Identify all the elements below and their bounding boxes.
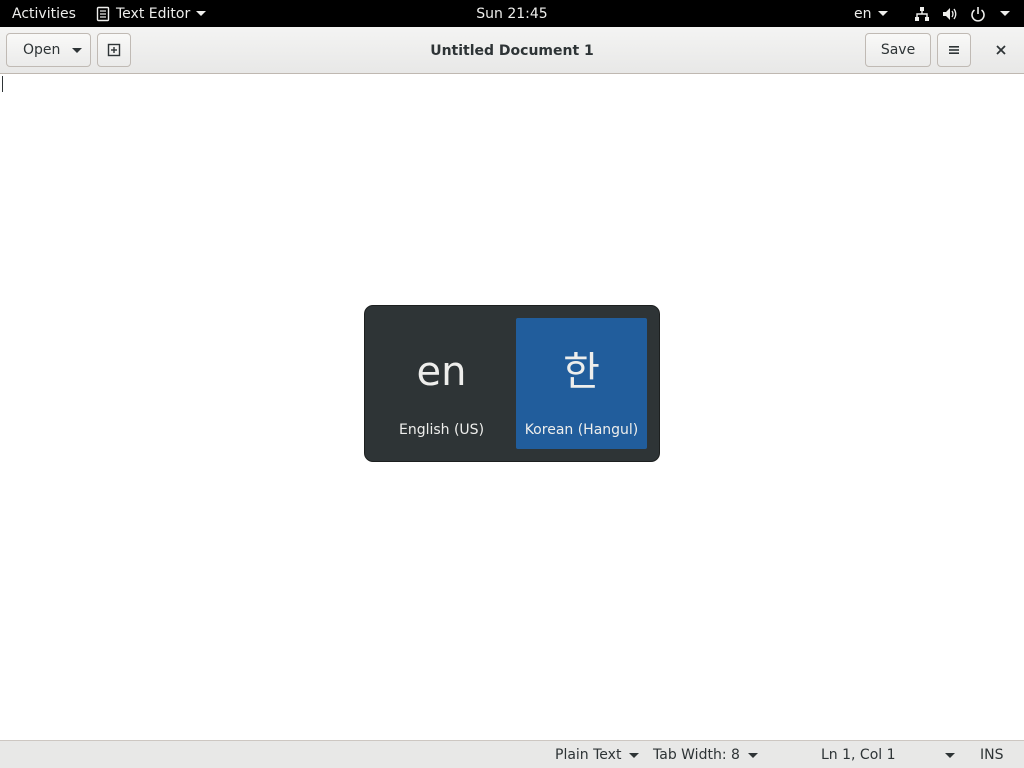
tab-width-label: Tab Width: 8 [653,747,740,763]
header-bar: Open Untitled Document 1 Save [0,27,1024,74]
cursor-position[interactable]: Ln 1, Col 1 [821,741,896,768]
input-source-label: Korean (Hangul) [524,422,639,438]
input-source-symbol: 한 [563,349,600,395]
status-bar: Plain Text Tab Width: 8 Ln 1, Col 1 INS [0,740,1024,768]
save-button-label: Save [880,42,916,58]
network-icon [914,6,930,22]
close-icon [996,45,1006,55]
text-editor-icon [96,6,110,22]
power-icon [970,6,986,22]
app-menu-label: Text Editor [116,5,191,22]
input-source-switcher: en English (US) 한 Korean (Hangul) [364,305,660,462]
input-source-indicator[interactable]: en [854,0,888,27]
volume-icon [942,6,958,22]
input-source-label: en [854,5,872,22]
hamburger-menu-icon [948,44,960,56]
chevron-down-icon [747,752,758,758]
language-label: Plain Text [555,747,622,763]
open-button[interactable]: Open [6,33,91,67]
chevron-down-icon [72,47,83,53]
new-document-icon [107,43,121,57]
cursor-position-label: Ln 1, Col 1 [821,747,896,763]
new-document-button[interactable] [97,33,131,67]
cursor-position-dropdown[interactable] [937,741,955,768]
system-menu[interactable] [914,0,1010,27]
tab-width-selector[interactable]: Tab Width: 8 [653,741,758,768]
menu-button[interactable] [937,33,971,67]
input-source-label: English (US) [398,422,485,438]
input-source-korean[interactable]: 한 Korean (Hangul) [516,318,647,449]
activities-button[interactable]: Activities [12,0,76,27]
input-source-symbol: en [416,349,467,395]
close-button[interactable] [985,33,1017,67]
activities-label: Activities [12,5,76,22]
chevron-down-icon [877,11,888,16]
text-cursor [2,76,3,92]
input-source-english[interactable]: en English (US) [376,318,507,449]
document-title: Untitled Document 1 [430,42,594,59]
insert-mode-indicator: INS [980,741,1004,768]
save-button[interactable]: Save [865,33,931,67]
insert-mode-label: INS [980,747,1004,763]
chevron-down-icon [196,11,207,16]
app-menu-button[interactable]: Text Editor [96,0,207,27]
chevron-down-icon [1000,11,1010,16]
chevron-down-icon [629,752,640,758]
clock-label[interactable]: Sun 21:45 [476,6,547,22]
gnome-top-bar: Activities Text Editor Sun 21:45 en [0,0,1024,27]
language-selector[interactable]: Plain Text [555,741,640,768]
chevron-down-icon [945,752,955,758]
open-button-label: Open [23,42,61,58]
